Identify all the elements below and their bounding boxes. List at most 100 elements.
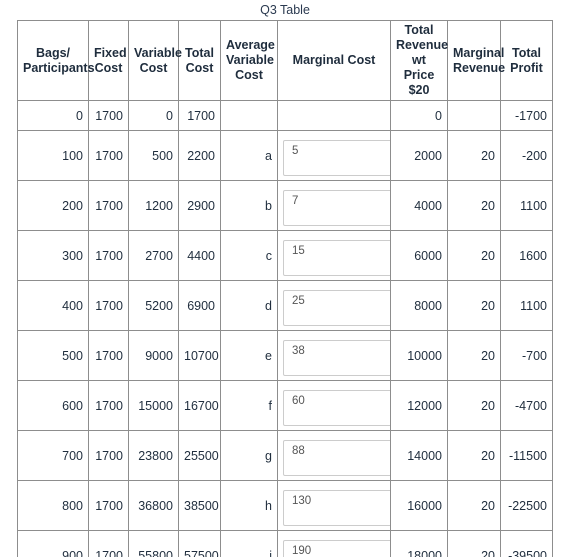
cell-total-revenue: 8000 [390,280,448,331]
cell-variable-cost: 5200 [128,280,179,331]
table-row: 400170052006900d 8000201100 [17,280,553,331]
cell-marginal-cost[interactable] [277,130,392,181]
column-header-marginal-cost: Marginal Cost [277,20,391,101]
cell-marginal-cost[interactable] [277,430,392,481]
cell-marginal-cost[interactable] [277,280,392,331]
cell-total-profit: -22500 [500,480,553,531]
cell-bags-participants: 500 [17,330,89,381]
cell-fixed-cost: 1700 [88,180,129,231]
cell-marginal-revenue: 20 [447,130,501,181]
cell-fixed-cost: 1700 [88,130,129,181]
cell-bags-participants: 600 [17,380,89,431]
cell-marginal-cost[interactable] [277,230,392,281]
cell-variable-cost: 15000 [128,380,179,431]
column-header-marginal-revenue: Marginal Revenue [447,20,505,101]
marginal-cost-input[interactable] [283,240,392,276]
column-header-variable-cost: Variable Cost [128,20,182,101]
table-row: 5001700900010700e 1000020-700 [17,330,553,381]
cell-total-revenue: 0 [390,100,448,131]
cell-marginal-revenue [447,100,501,131]
cell-total-revenue: 18000 [390,530,448,557]
cell-marginal-cost[interactable] [277,480,392,531]
cell-fixed-cost: 1700 [88,330,129,381]
cell-marginal-revenue: 20 [447,330,501,381]
header-line: wt Price [403,53,435,82]
header-line: Variable [226,53,274,67]
cell-marginal-cost[interactable] [277,180,392,231]
header-line: Participants [23,60,95,75]
table-body: 01700017000-170010017005002200a200020-20… [17,100,553,557]
cell-marginal-cost[interactable] [277,530,392,557]
header-line: Cost [185,60,214,75]
header-line: Variable [134,45,182,60]
cell-total-revenue: 4000 [390,180,448,231]
table-header: Bags/ Participants Fixed Cost Variable C… [17,20,553,101]
cell-total-cost: 25500 [178,430,221,481]
cell-bags-participants: 400 [17,280,89,331]
cell-total-profit: 1100 [500,180,553,231]
column-header-total-cost: Total Cost [178,20,221,101]
cell-average-variable-cost: d [220,280,278,331]
q3-table-page: Q3 Table Bags/ Participants Fixed Cost V… [0,0,570,557]
cell-variable-cost: 23800 [128,430,179,481]
cell-fixed-cost: 1700 [88,230,129,281]
marginal-cost-input[interactable] [283,290,392,326]
cell-marginal-cost[interactable] [277,380,392,431]
table-row: 70017002380025500g 1400020-11500 [17,430,553,481]
cell-variable-cost: 36800 [128,480,179,531]
table-container: Bags/ Participants Fixed Cost Variable C… [17,20,553,557]
cell-total-cost: 2200 [178,130,221,181]
cell-total-cost: 6900 [178,280,221,331]
cell-variable-cost: 2700 [128,230,179,281]
cell-total-profit: -700 [500,330,553,381]
cell-total-profit: 1600 [500,230,553,281]
cell-variable-cost: 500 [128,130,179,181]
marginal-cost-input[interactable] [283,540,392,557]
cell-total-profit: -11500 [500,430,553,481]
table-row: 10017005002200a 200020-200 [17,130,553,181]
header-line: Bags/ [35,45,71,60]
cell-fixed-cost: 1700 [88,430,129,481]
marginal-cost-input[interactable] [283,390,392,426]
cell-average-variable-cost [220,100,278,131]
cell-fixed-cost: 1700 [88,280,129,331]
cell-bags-participants: 100 [17,130,89,181]
header-line: Profit [510,60,543,75]
cell-marginal-revenue: 20 [447,280,501,331]
cell-average-variable-cost: e [220,330,278,381]
cell-bags-participants: 0 [17,100,89,131]
cell-total-revenue: 2000 [390,130,448,181]
cell-average-variable-cost: h [220,480,278,531]
cell-fixed-cost: 1700 [88,100,129,131]
marginal-cost-input[interactable] [283,140,392,176]
page-title: Q3 Table [260,3,310,17]
table-row: 300170027004400c 6000201600 [17,230,553,281]
header-line: Total [404,23,434,37]
header-line: Total [185,45,214,60]
cell-bags-participants: 300 [17,230,89,281]
column-header-bags-participants: Bags/ Participants [17,20,95,101]
cell-fixed-cost: 1700 [88,380,129,431]
marginal-cost-input[interactable] [283,190,392,226]
marginal-cost-input[interactable] [283,340,392,376]
cell-average-variable-cost: a [220,130,278,181]
cell-variable-cost: 55800 [128,530,179,557]
header-line: Cost [235,68,263,82]
cell-bags-participants: 200 [17,180,89,231]
cell-variable-cost: 9000 [128,330,179,381]
cell-marginal-revenue: 20 [447,230,501,281]
cell-average-variable-cost: g [220,430,278,481]
cell-total-profit: -200 [500,130,553,181]
cell-average-variable-cost: i [220,530,278,557]
cell-marginal-revenue: 20 [447,430,501,481]
q3-cost-table: Bags/ Participants Fixed Cost Variable C… [17,20,553,557]
marginal-cost-input[interactable] [283,490,392,526]
cell-marginal-cost[interactable] [277,330,392,381]
cell-marginal-revenue: 20 [447,380,501,431]
cell-total-profit: 1100 [500,280,553,331]
header-line: Revenue [453,60,506,75]
cell-total-profit: -1700 [500,100,553,131]
marginal-cost-input[interactable] [283,440,392,476]
column-header-total-revenue: Total Revenue wt Price $20 [390,20,448,101]
cell-total-profit: -4700 [500,380,553,431]
